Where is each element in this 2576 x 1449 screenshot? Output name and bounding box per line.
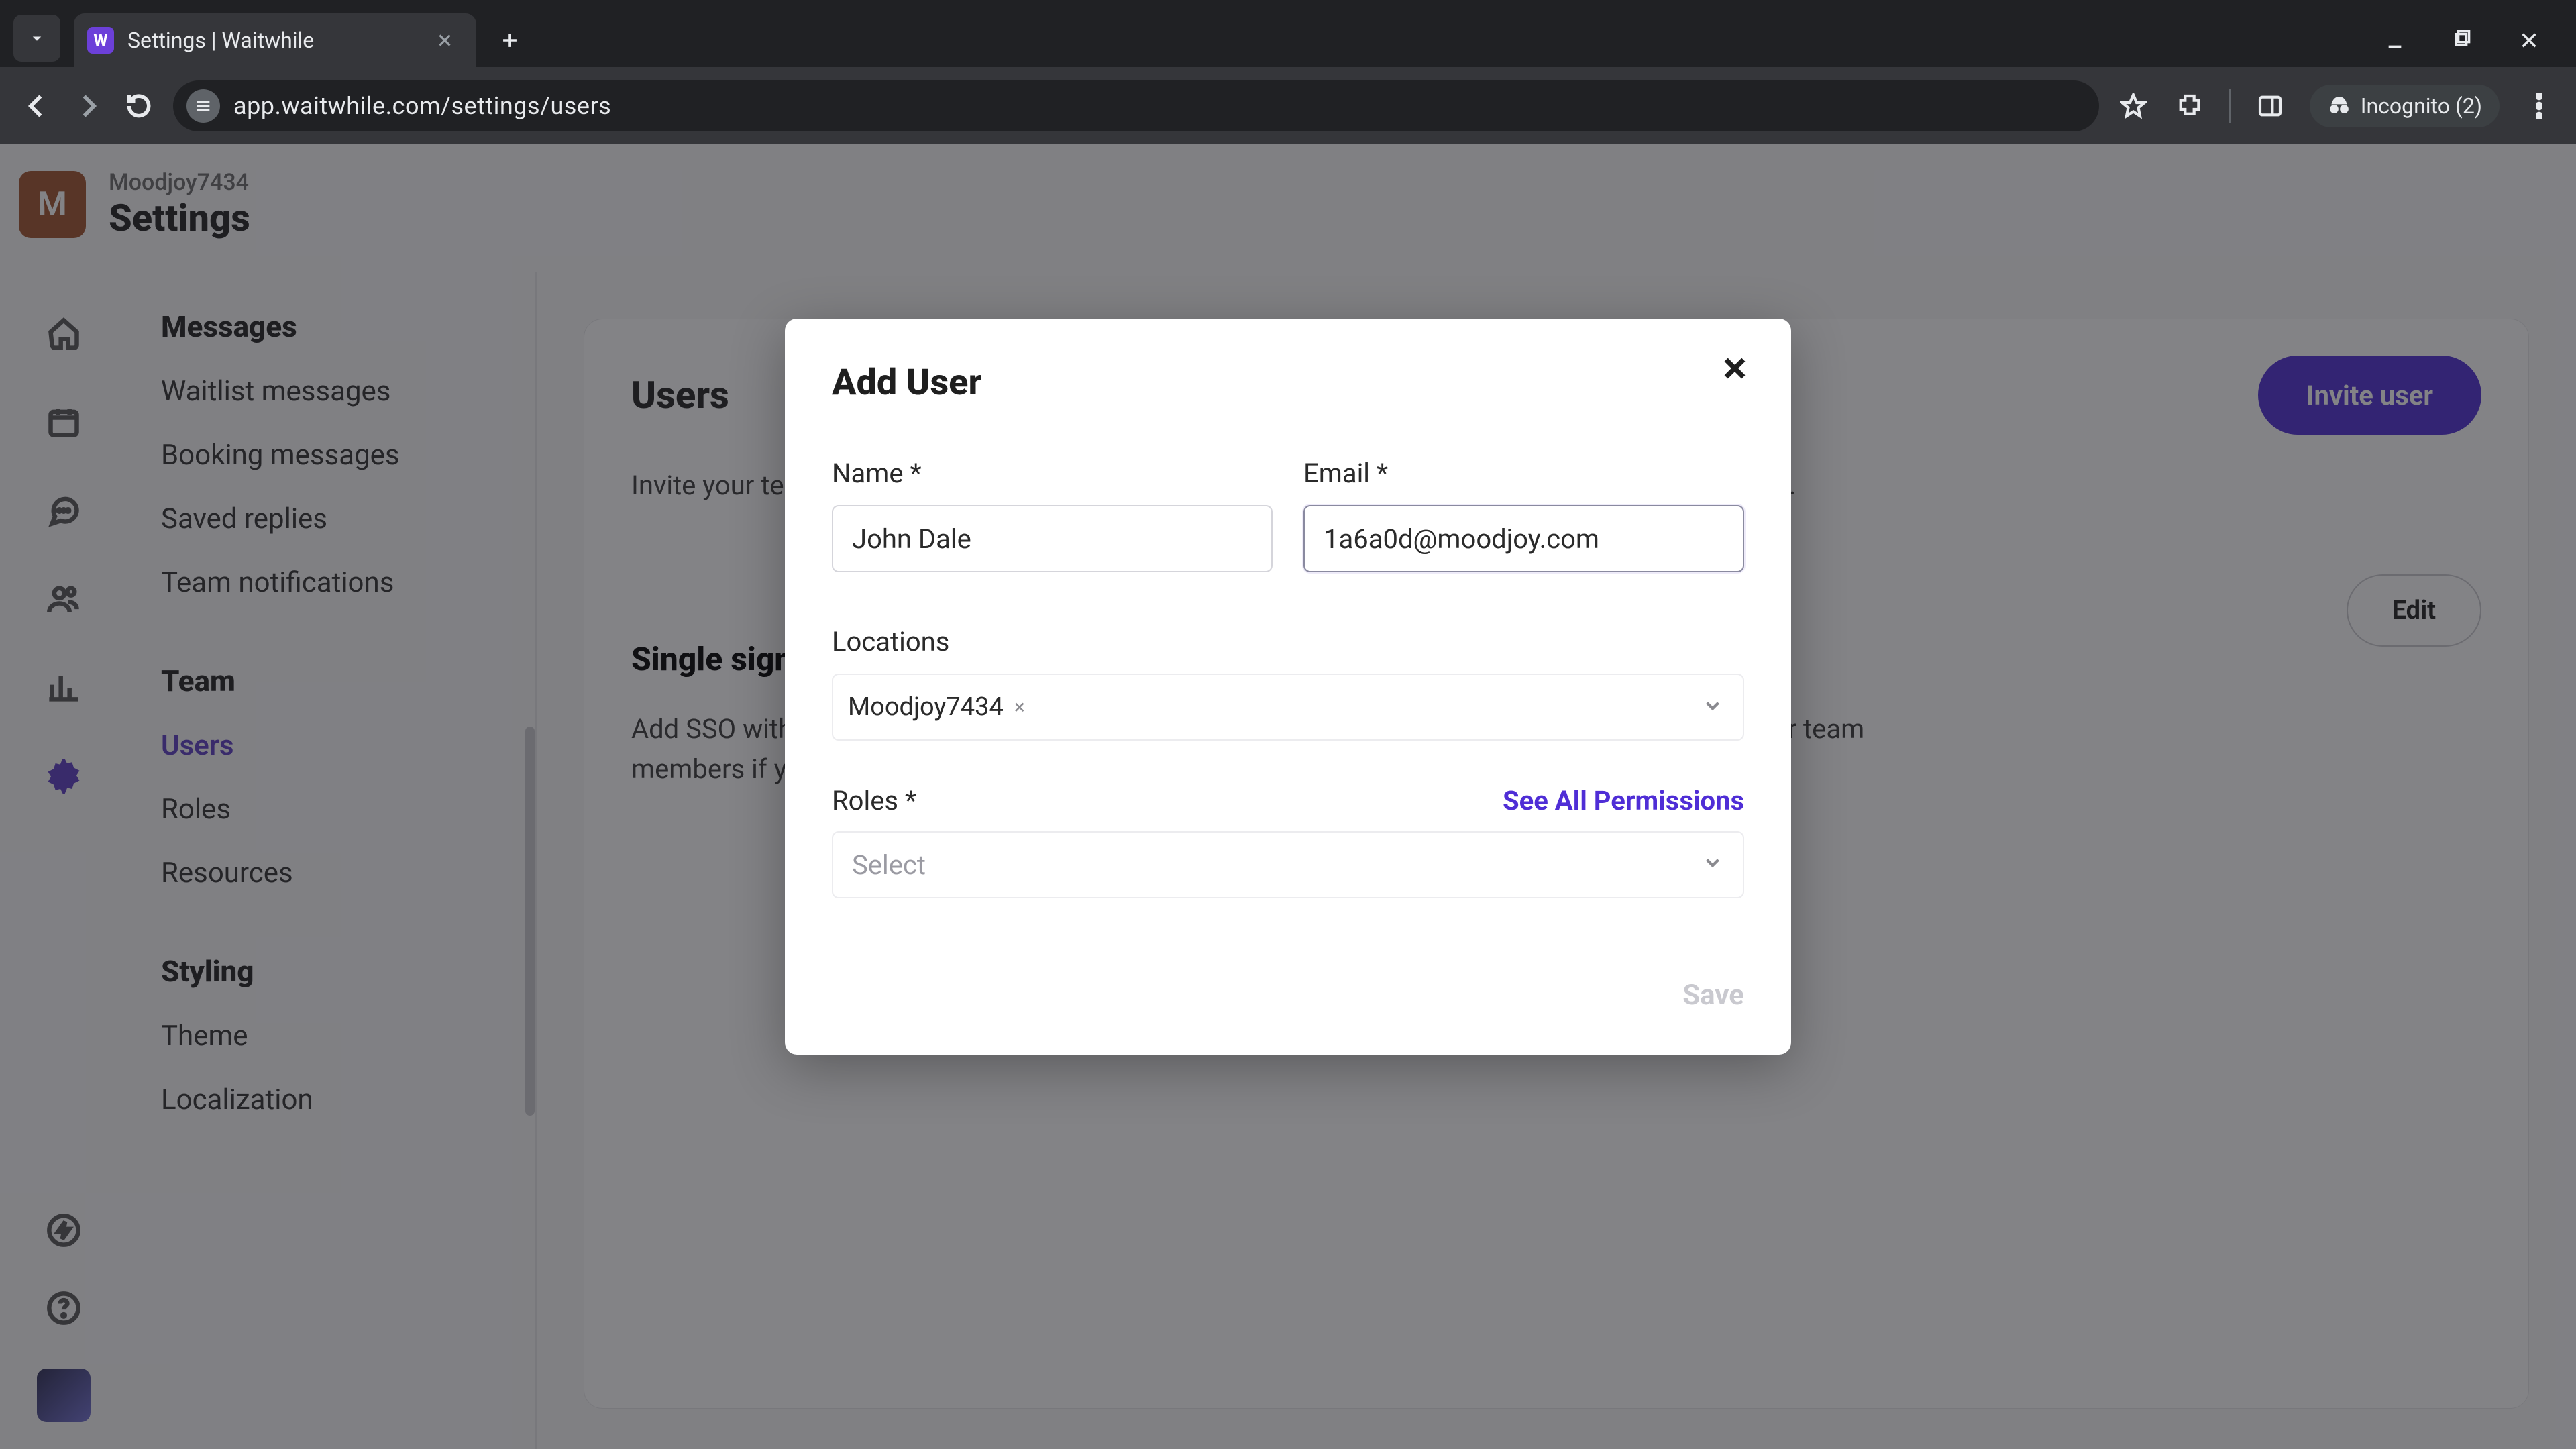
toolbar-divider xyxy=(2229,89,2231,123)
chevron-down-icon xyxy=(1701,849,1724,881)
name-input[interactable] xyxy=(832,505,1273,572)
extensions-icon[interactable] xyxy=(2173,89,2206,123)
window-maximize-button[interactable] xyxy=(2449,27,2475,54)
tab-search-dropdown[interactable] xyxy=(13,15,60,62)
location-chip: Moodjoy7434 × xyxy=(848,692,1025,722)
name-label: Name * xyxy=(832,458,1273,489)
url-text: app.waitwhile.com/settings/users xyxy=(233,92,611,120)
new-tab-button[interactable] xyxy=(490,20,530,60)
browser-tabbar: W Settings | Waitwhile xyxy=(0,0,2576,67)
incognito-label: Incognito (2) xyxy=(2361,93,2482,119)
sidepanel-icon[interactable] xyxy=(2253,89,2287,123)
roles-select[interactable]: Select xyxy=(832,831,1744,898)
incognito-badge[interactable]: Incognito (2) xyxy=(2310,85,2500,127)
roles-label: Roles * xyxy=(832,785,916,816)
chip-remove-icon[interactable]: × xyxy=(1014,696,1025,719)
favicon-icon: W xyxy=(87,27,114,54)
save-button[interactable]: Save xyxy=(1682,979,1744,1012)
modal-overlay[interactable]: Add User Name * Email * L xyxy=(0,144,2576,1449)
roles-placeholder: Select xyxy=(852,849,926,881)
locations-select[interactable]: Moodjoy7434 × xyxy=(832,674,1744,741)
window-minimize-button[interactable] xyxy=(2381,27,2408,54)
chevron-down-icon xyxy=(1701,694,1724,720)
window-close-button[interactable] xyxy=(2516,27,2542,54)
browser-address-bar: app.waitwhile.com/settings/users Incogni… xyxy=(0,67,2576,144)
site-info-icon[interactable] xyxy=(186,89,220,123)
address-input[interactable]: app.waitwhile.com/settings/users xyxy=(173,80,2099,131)
browser-tab[interactable]: W Settings | Waitwhile xyxy=(74,13,476,67)
modal-close-button[interactable] xyxy=(1715,348,1755,388)
nav-forward-button[interactable] xyxy=(71,89,105,123)
see-all-permissions-link[interactable]: See All Permissions xyxy=(1503,785,1744,816)
modal-title: Add User xyxy=(832,362,1744,404)
nav-back-button[interactable] xyxy=(20,89,54,123)
email-label: Email * xyxy=(1303,458,1744,489)
location-chip-label: Moodjoy7434 xyxy=(848,692,1004,722)
bookmark-star-icon[interactable] xyxy=(2116,89,2150,123)
locations-label: Locations xyxy=(832,626,1744,657)
tab-close-button[interactable] xyxy=(433,29,456,52)
browser-menu-button[interactable] xyxy=(2522,89,2556,123)
nav-reload-button[interactable] xyxy=(122,89,156,123)
tab-title: Settings | Waitwhile xyxy=(127,28,420,53)
email-input[interactable] xyxy=(1303,505,1744,572)
add-user-modal: Add User Name * Email * L xyxy=(785,319,1791,1055)
